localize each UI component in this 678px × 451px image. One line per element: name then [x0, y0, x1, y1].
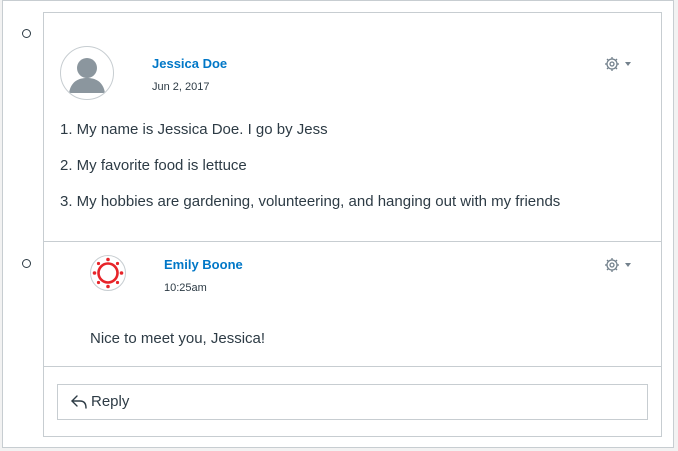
canvas-logo-icon — [92, 257, 124, 289]
entry-marker-icon — [22, 29, 31, 38]
settings-menu-button[interactable] — [604, 56, 634, 72]
message-line: 3. My hobbies are gardening, volunteerin… — [60, 193, 561, 210]
post-date: Jun 2, 2017 — [152, 81, 210, 93]
discussion-reply-entry: Emily Boone 10:25am Nice to meet you, Je… — [44, 242, 661, 367]
reply-message: Nice to meet you, Jessica! — [90, 330, 266, 347]
avatar[interactable] — [90, 255, 126, 291]
avatar[interactable] — [60, 46, 114, 100]
default-person-icon — [62, 48, 112, 98]
entry-marker-icon — [22, 259, 31, 268]
reply-button[interactable]: Reply — [57, 384, 648, 420]
message-line: 2. My favorite food is lettuce — [60, 157, 247, 174]
discussion-frame: Jessica Doe Jun 2, 2017 1. My name is Je… — [2, 0, 674, 448]
caret-down-icon — [625, 62, 631, 66]
discussion-entry: Jessica Doe Jun 2, 2017 1. My name is Je… — [44, 13, 661, 242]
gear-icon — [605, 57, 631, 71]
caret-down-icon — [625, 263, 631, 267]
author-name[interactable]: Emily Boone — [164, 257, 243, 272]
gear-icon — [605, 258, 631, 272]
post-date: 10:25am — [164, 282, 207, 294]
discussion-thread: Jessica Doe Jun 2, 2017 1. My name is Je… — [43, 12, 662, 437]
message-line: 1. My name is Jessica Doe. I go by Jess — [60, 121, 328, 138]
author-name[interactable]: Jessica Doe — [152, 56, 227, 71]
reply-label: Reply — [91, 393, 130, 410]
settings-menu-button[interactable] — [604, 257, 634, 273]
reply-arrow-icon — [71, 395, 87, 409]
